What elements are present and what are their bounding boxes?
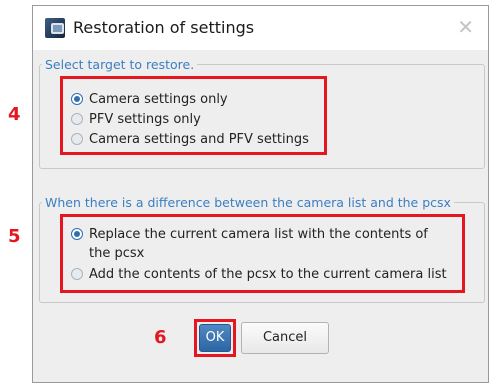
cancel-button[interactable]: Cancel [241, 322, 329, 354]
close-icon[interactable]: ✕ [457, 16, 474, 38]
camera-list-group-legend: When there is a difference between the c… [45, 195, 451, 210]
target-group-legend: Select target to restore. [45, 57, 195, 72]
dialog-title: Restoration of settings [73, 18, 255, 37]
ok-button[interactable]: OK [199, 324, 231, 352]
highlight-box-4 [60, 76, 327, 155]
annotation-number-4: 4 [8, 104, 21, 125]
annotation-number-5: 5 [8, 226, 21, 247]
highlight-box-5 [60, 214, 465, 293]
restoration-dialog: Restoration of settings ✕ Select target … [32, 5, 489, 383]
annotation-number-6: 6 [154, 327, 167, 348]
app-icon [45, 18, 65, 38]
title-bar: Restoration of settings ✕ [33, 6, 488, 50]
